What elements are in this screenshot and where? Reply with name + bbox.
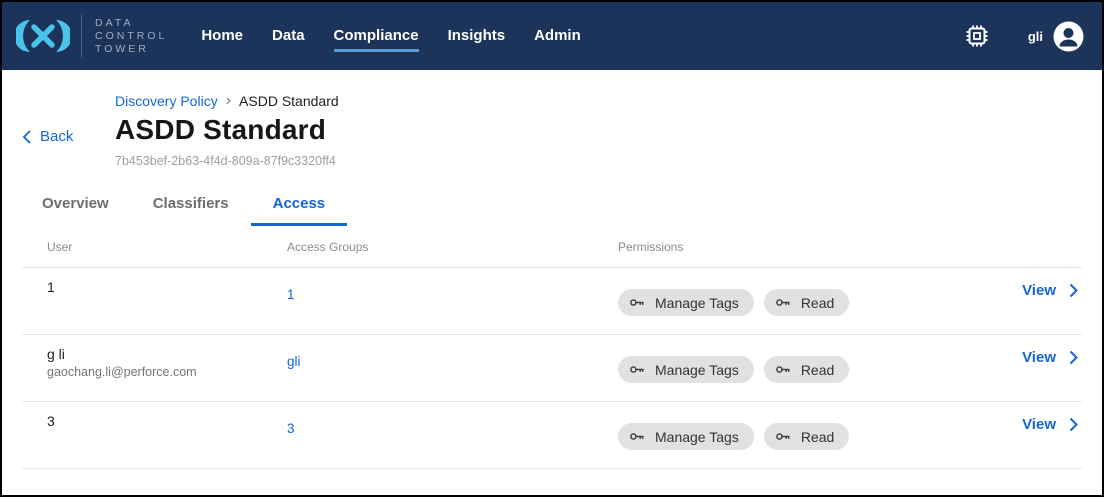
permission-chip: Manage Tags bbox=[618, 356, 754, 383]
brand-wordmark: DATA CONTROL TOWER bbox=[95, 17, 167, 56]
view-cell: View bbox=[972, 402, 1082, 434]
access-group-link[interactable]: 3 bbox=[287, 421, 295, 436]
view-link[interactable]: View bbox=[1022, 282, 1082, 299]
page-head: Back Discovery Policy › ASDD Standard AS… bbox=[2, 70, 1102, 168]
back-label: Back bbox=[40, 128, 73, 145]
key-icon bbox=[629, 361, 646, 378]
api-chip-icon[interactable] bbox=[962, 21, 992, 51]
table-row: 3 3 Manage Tags Read View bbox=[22, 402, 1082, 469]
tab-bar: OverviewClassifiersAccess bbox=[2, 186, 1102, 226]
page-title: ASDD Standard bbox=[115, 114, 1102, 146]
key-icon bbox=[775, 428, 792, 445]
nav-item-insights[interactable]: Insights bbox=[448, 21, 506, 52]
permissions-cell: Manage Tags Read bbox=[618, 335, 972, 383]
table-row: 1 1 Manage Tags Read View bbox=[22, 268, 1082, 335]
permission-chip: Read bbox=[764, 356, 849, 383]
view-link[interactable]: View bbox=[1022, 349, 1082, 366]
chevron-right-icon bbox=[1069, 417, 1078, 432]
topbar-right: gli bbox=[962, 21, 1084, 52]
chevron-right-icon bbox=[1069, 350, 1078, 365]
table-body: 1 1 Manage Tags Read View bbox=[2, 268, 1102, 469]
permission-chip-label: Manage Tags bbox=[655, 295, 739, 311]
view-label: View bbox=[1022, 282, 1056, 299]
view-link[interactable]: View bbox=[1022, 416, 1082, 433]
tab-classifiers[interactable]: Classifiers bbox=[131, 186, 251, 226]
primary-nav: Home Data Compliance Insights Admin bbox=[201, 21, 580, 52]
permission-chip-label: Manage Tags bbox=[655, 429, 739, 445]
nav-item-admin[interactable]: Admin bbox=[534, 21, 581, 52]
breadcrumb-link-discovery-policy[interactable]: Discovery Policy bbox=[115, 93, 218, 109]
user-name: 3 bbox=[47, 413, 287, 429]
table-row: g li gaochang.li@perforce.com gli Manage… bbox=[22, 335, 1082, 402]
table-header-row: User Access Groups Permissions bbox=[22, 226, 1082, 268]
breadcrumb-separator-icon: › bbox=[226, 94, 231, 108]
view-label: View bbox=[1022, 416, 1056, 433]
key-icon bbox=[629, 428, 646, 445]
permissions-cell: Manage Tags Read bbox=[618, 402, 972, 450]
user-name: 1 bbox=[47, 279, 287, 295]
user-cell: g li gaochang.li@perforce.com bbox=[47, 335, 287, 379]
policy-uuid: 7b453bef-2b63-4f4d-809a-87f9c3320ff4 bbox=[115, 154, 1102, 168]
dct-logo-icon[interactable] bbox=[16, 18, 70, 54]
view-cell: View bbox=[972, 268, 1082, 300]
key-icon bbox=[775, 361, 792, 378]
view-label: View bbox=[1022, 349, 1056, 366]
top-nav-bar: DATA CONTROL TOWER Home Data Compliance Ins… bbox=[2, 2, 1102, 70]
access-group-cell: 3 bbox=[287, 402, 618, 438]
column-header-permissions: Permissions bbox=[618, 240, 972, 254]
breadcrumb-current: ASDD Standard bbox=[239, 93, 339, 109]
back-button[interactable]: Back bbox=[22, 128, 73, 145]
username-label: gli bbox=[1028, 29, 1043, 44]
access-table: User Access Groups Permissions 1 1 Manag… bbox=[2, 226, 1102, 469]
permission-chip-label: Manage Tags bbox=[655, 362, 739, 378]
column-header-access-groups: Access Groups bbox=[287, 240, 618, 254]
user-avatar-icon[interactable] bbox=[1053, 21, 1084, 52]
nav-item-compliance[interactable]: Compliance bbox=[334, 21, 419, 52]
tab-overview[interactable]: Overview bbox=[20, 186, 131, 226]
brand-line-1: DATA bbox=[95, 17, 167, 30]
permission-chip: Manage Tags bbox=[618, 289, 754, 316]
logo-divider bbox=[81, 15, 82, 57]
user-email: gaochang.li@perforce.com bbox=[47, 365, 287, 379]
key-icon bbox=[775, 294, 792, 311]
user-cell: 3 bbox=[47, 402, 287, 429]
nav-item-home[interactable]: Home bbox=[201, 21, 243, 52]
permission-chip-label: Read bbox=[801, 429, 834, 445]
tab-access[interactable]: Access bbox=[251, 186, 348, 226]
user-cell: 1 bbox=[47, 268, 287, 295]
breadcrumb: Discovery Policy › ASDD Standard bbox=[115, 93, 1102, 109]
nav-item-data[interactable]: Data bbox=[272, 21, 305, 52]
access-group-link[interactable]: 1 bbox=[287, 287, 295, 302]
access-group-cell: gli bbox=[287, 335, 618, 371]
brand-line-2: CONTROL bbox=[95, 30, 167, 43]
permission-chip: Read bbox=[764, 289, 849, 316]
key-icon bbox=[629, 294, 646, 311]
brand-line-3: TOWER bbox=[95, 43, 167, 56]
app-window: DATA CONTROL TOWER Home Data Compliance Ins… bbox=[0, 0, 1104, 497]
page-content: Back Discovery Policy › ASDD Standard AS… bbox=[2, 70, 1102, 469]
access-group-link[interactable]: gli bbox=[287, 354, 301, 369]
permissions-cell: Manage Tags Read bbox=[618, 268, 972, 316]
chevron-right-icon bbox=[1069, 283, 1078, 298]
user-name: g li bbox=[47, 346, 287, 362]
view-cell: View bbox=[972, 335, 1082, 367]
access-group-cell: 1 bbox=[287, 268, 618, 304]
permission-chip: Manage Tags bbox=[618, 423, 754, 450]
permission-chip: Read bbox=[764, 423, 849, 450]
column-header-user: User bbox=[47, 240, 287, 254]
chevron-left-icon bbox=[22, 129, 32, 145]
permission-chip-label: Read bbox=[801, 295, 834, 311]
permission-chip-label: Read bbox=[801, 362, 834, 378]
